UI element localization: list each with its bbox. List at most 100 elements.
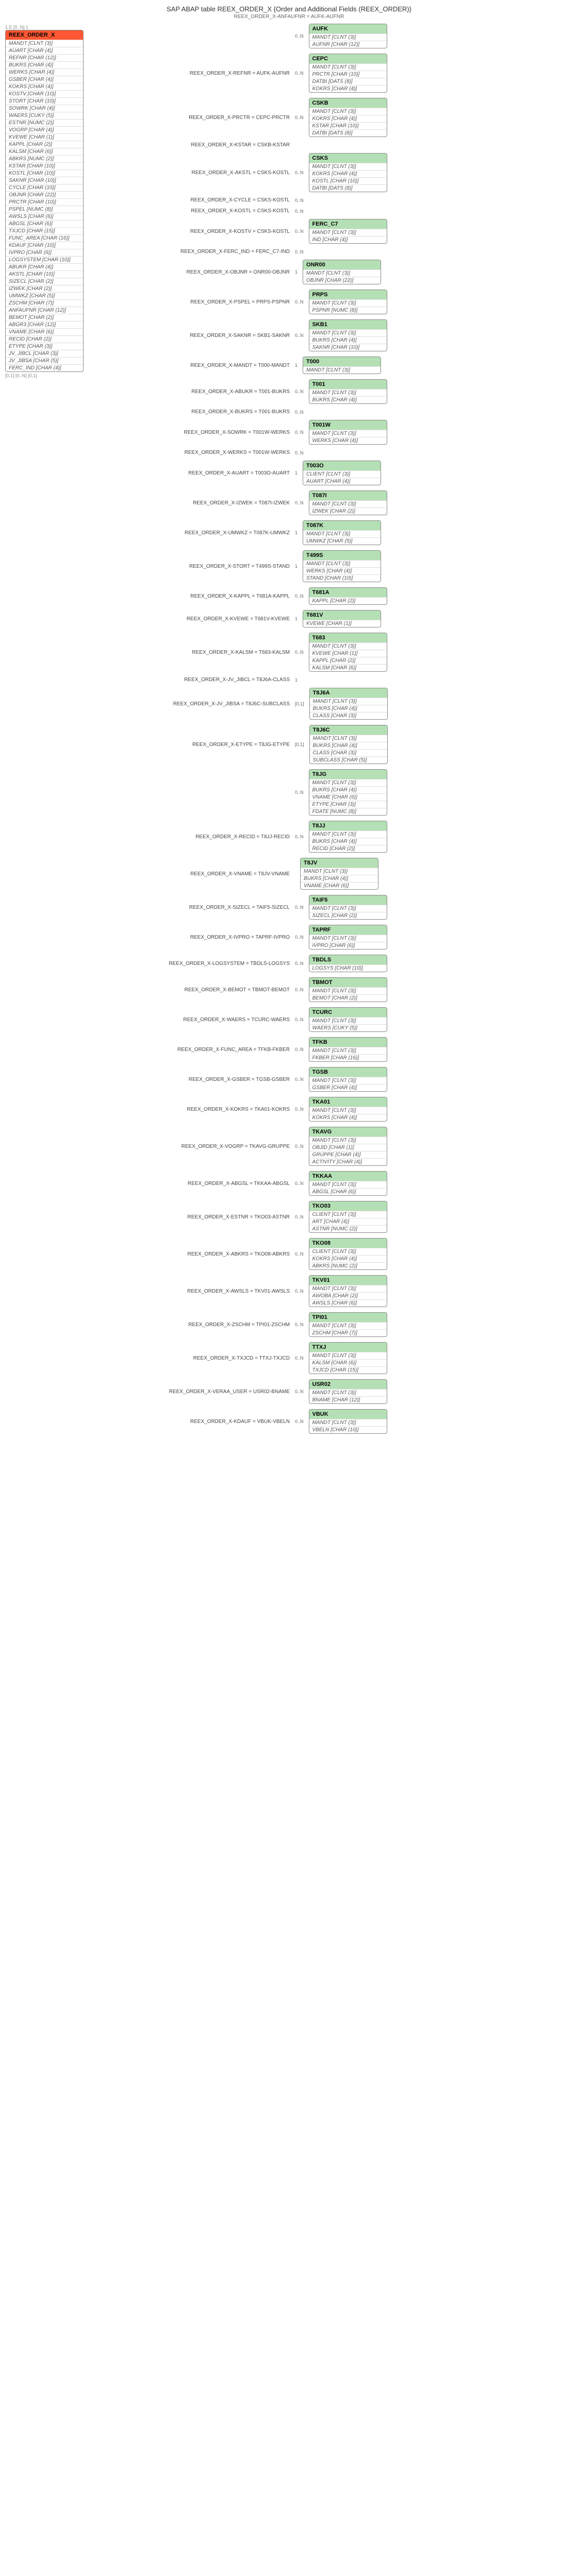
relation-row: REEX_ORDER_X-KOSTV = CSKS-KOSTL0..NFERC_… <box>156 219 573 244</box>
relation-cardinality: 0..N <box>295 71 304 76</box>
right-entity: TKO03CLIENT [CLNT (3)]ART [CHAR (4)]ASTN… <box>309 1201 387 1233</box>
right-entity-name: VBUK <box>309 1410 387 1419</box>
relation-row: REEX_ORDER_X-SAKNR = SKB1-SAKNR0..NSKB1M… <box>156 319 573 351</box>
relation-row: REEX_ORDER_X-RECID = T8JJ-RECID0..NT8JJM… <box>156 821 573 853</box>
relation-label: REEX_ORDER_X-OBJNR = ONR00-OBJNR <box>156 269 290 275</box>
relation-row: REEX_ORDER_X-AUART = T003O-AUART1T003OCL… <box>156 461 573 485</box>
relation-label: REEX_ORDER_X-ABKRS = TKO08-ABKRS <box>156 1251 290 1257</box>
right-entity: T8JVMANDT [CLNT (3)]BUKRS [CHAR (4)]VNAM… <box>300 858 378 890</box>
relation-label: REEX_ORDER_X-MANDT = T000-MANDT <box>156 363 290 368</box>
relation-cardinality: 0..N <box>295 1419 304 1424</box>
relation-label: REEX_ORDER_X-ABUKR = T001-BUKRS <box>156 389 290 395</box>
relation-cardinality: 1 <box>295 530 298 535</box>
right-entity: USR02MANDT [CLNT (3)]BNAME [CHAR (12)] <box>309 1379 387 1404</box>
right-entity-name: TKKAA <box>309 1172 387 1181</box>
right-entity-name: TKO08 <box>309 1239 387 1248</box>
entity-field: KOSTL [CHAR (10)] <box>309 177 387 184</box>
entity-field: VNAME [CHAR (6)] <box>6 328 83 335</box>
right-entity: SKB1MANDT [CLNT (3)]BUKRS [CHAR (4)]SAKN… <box>309 319 387 351</box>
relation-row: REEX_ORDER_X-IZWEK = T087I-IZWEK0..NT087… <box>156 490 573 515</box>
relation-row: REEX_ORDER_X-REFNR = AUFK-AUFNR0..NCEPCM… <box>156 54 573 93</box>
relation-row: REEX_ORDER_X-KOKRS = TKA01-KOKRS0..NTKA0… <box>156 1097 573 1122</box>
entity-field: LOGSYS [CHAR (10)] <box>309 964 387 972</box>
right-entity-name: T000 <box>303 357 381 366</box>
entity-field: MANDT [CLNT (3)] <box>309 1107 387 1114</box>
relation-label: REEX_ORDER_X-VNAME = T8JV-VNAME <box>156 871 290 877</box>
entity-field: MANDT [CLNT (3)] <box>309 33 387 41</box>
left-entity-name: REEX_ORDER_X <box>6 30 83 40</box>
entity-field: VOGRP [CHAR (4)] <box>6 126 83 133</box>
entity-field: SIZECL [CHAR (2)] <box>309 912 387 919</box>
relation-row: REEX_ORDER_X-FUNC_AREA = TFKB-FKBER0..NT… <box>156 1037 573 1062</box>
entity-field: KOKRS [CHAR (4)] <box>6 83 83 90</box>
entity-field: WAERS [CUKY (5)] <box>6 112 83 119</box>
relation-row: REEX_ORDER_X-UMWKZ = T087K-UMWKZ1T087KMA… <box>156 520 573 545</box>
right-entity: T003OCLIENT [CLNT (3)]AUART [CHAR (4)] <box>303 461 381 485</box>
relation-row: REEX_ORDER_X-SOWRK = T001W-WERKS0..NT001… <box>156 420 573 445</box>
relation-cardinality: 0..N <box>295 1322 304 1327</box>
relation-cardinality: 0..N <box>295 905 304 910</box>
right-entity-name: CSKB <box>309 98 387 108</box>
entity-field: KVEWE [CHAR (1)] <box>303 620 381 627</box>
entity-field: MANDT [CLNT (3)] <box>303 366 381 374</box>
right-entity: T8J6AMANDT [CLNT (3)]BUKRS [CHAR (4)]CLA… <box>309 688 388 720</box>
relation-label: REEX_ORDER_X-KAPPL = T681A-KAPPL <box>156 594 290 599</box>
relation-row: REEX_ORDER_X-BEMOT = TBMOT-BEMOT0..NTBMO… <box>156 977 573 1002</box>
relation-cardinality: 0..N <box>295 430 304 435</box>
relation-cardinality: 0..N <box>295 333 304 338</box>
relation-cardinality: 0..N <box>295 594 304 599</box>
entity-field: MANDT [CLNT (3)] <box>303 530 381 537</box>
relation-label: REEX_ORDER_X-KOSTV = CSKS-KOSTL <box>156 229 290 234</box>
relation-cardinality: 0..N <box>295 1017 304 1022</box>
entity-field: CLIENT [CLNT (3)] <box>303 470 381 478</box>
entity-field: DATBI [DATS (8)] <box>309 184 387 192</box>
entity-field: MANDT [CLNT (3)] <box>309 1419 387 1426</box>
entity-field: FERC_IND [CHAR (4)] <box>6 364 83 371</box>
right-entity-name: T681V <box>303 611 381 620</box>
right-entity-name: T8JG <box>309 770 387 779</box>
right-entity-name: CSKS <box>309 154 387 163</box>
relation-cardinality: 0..N <box>295 1214 304 1219</box>
relation-row: REEX_ORDER_X-KALSM = T683-KALSM0..NT683M… <box>156 633 573 672</box>
relation-row: REEX_ORDER_X-ZSCHM = TPI01-ZSCHM0..NTPI0… <box>156 1312 573 1337</box>
right-entity-name: TKAVG <box>309 1127 387 1137</box>
entity-field: BUKRS [CHAR (4)] <box>310 742 387 749</box>
left-column: 1 E [0..N] 1 REEX_ORDER_X MANDT [CLNT (3… <box>5 24 84 378</box>
relation-cardinality: 0..N <box>295 1251 304 1257</box>
entity-field: UMWKZ [CHAR (5)] <box>6 292 83 299</box>
relation-cardinality: 0..N <box>295 1355 304 1361</box>
relation-label: REEX_ORDER_X-TXJCD = TTXJ-TXJCD <box>156 1355 290 1361</box>
right-entity: AUFKMANDT [CLNT (3)]AUFNR [CHAR (12)] <box>309 24 387 48</box>
right-entity: TKA01MANDT [CLNT (3)]KOKRS [CHAR (4)] <box>309 1097 387 1122</box>
right-entity: TKKAAMANDT [CLNT (3)]ABGSL [CHAR (6)] <box>309 1171 387 1196</box>
right-entity: T681AKAPPL [CHAR (2)] <box>309 587 387 605</box>
relation-row: REEX_ORDER_X-KSTAR = CSKB-KSTAR <box>156 142 573 148</box>
entity-field: AWSLS [CHAR (6)] <box>6 213 83 220</box>
entity-field: ABKRS [NUMC (2)] <box>309 1262 387 1269</box>
relation-label: REEX_ORDER_X-FERC_IND = FERC_C7-IND <box>156 249 290 255</box>
relation-cardinality: 0..N <box>295 1389 304 1394</box>
relation-row: REEX_ORDER_X-AWSLS = TKV01-AWSLS0..NTKV0… <box>156 1275 573 1307</box>
right-entity-name: T499S <box>303 551 381 560</box>
entity-field: WERKS [CHAR (4)] <box>309 437 387 444</box>
relation-row: REEX_ORDER_X-GSBER = TGSB-GSBER0..NTGSBM… <box>156 1067 573 1092</box>
relation-cardinality: 0..N <box>295 935 304 940</box>
entity-field: ABGSL [CHAR (6)] <box>309 1188 387 1195</box>
right-entity: TTXJMANDT [CLNT (3)]KALSM [CHAR (6)]TXJC… <box>309 1342 387 1374</box>
relation-row: REEX_ORDER_X-IVPRO = TAPRF-IVPRO0..NTAPR… <box>156 925 573 950</box>
right-entity-name: PRPS <box>309 290 387 299</box>
entity-field: KOSTV [CHAR (10)] <box>6 90 83 97</box>
right-entity-name: TCURC <box>309 1008 387 1017</box>
right-entity-name: SKB1 <box>309 320 387 329</box>
relation-cardinality: 0..N <box>295 961 304 966</box>
entity-field: BUKRS [CHAR (4)] <box>6 61 83 69</box>
relation-label: REEX_ORDER_X-REFNR = AUFK-AUFNR <box>156 71 290 76</box>
right-entity: T681VKVEWE [CHAR (1)] <box>303 610 381 628</box>
right-entity: TBMOTMANDT [CLNT (3)]BEMOT [CHAR (2)] <box>309 977 387 1002</box>
relation-label: REEX_ORDER_X-ABGSL = TKKAA-ABGSL <box>156 1181 290 1187</box>
relation-row: REEX_ORDER_X-PRCTR = CEPC-PRCTR0..NCSKBM… <box>156 98 573 137</box>
entity-field: JV_JIBSA [CHAR (5)] <box>6 357 83 364</box>
entity-field: MANDT [CLNT (3)] <box>309 108 387 115</box>
entity-field: ART [CHAR (4)] <box>309 1218 387 1225</box>
entity-field: MANDT [CLNT (3)] <box>309 389 387 396</box>
